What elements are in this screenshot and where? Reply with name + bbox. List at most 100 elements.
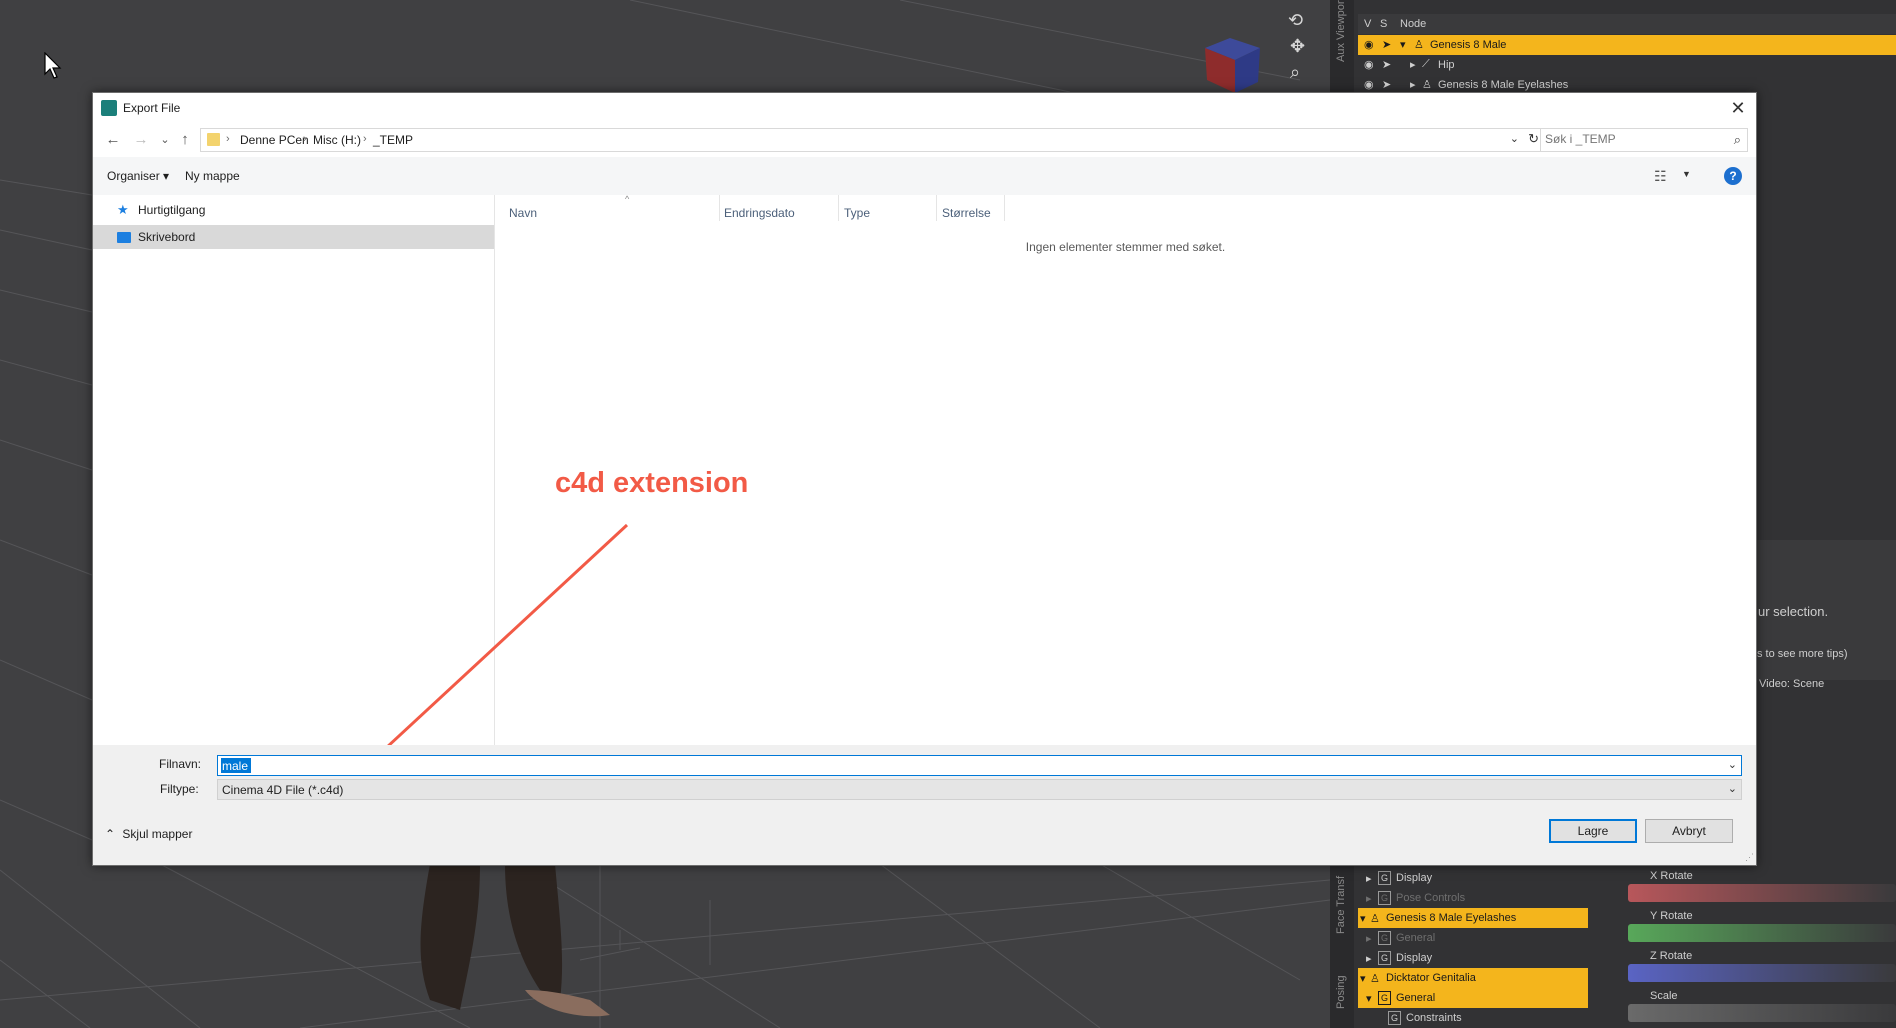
tips-text: ur selection. <box>1758 604 1829 619</box>
breadcrumb-separator[interactable]: › <box>226 133 230 145</box>
scene-header: V S Node <box>1358 14 1896 34</box>
filetype-dropdown-icon[interactable]: ⌄ <box>1728 782 1737 795</box>
scene-node-row[interactable]: ◉ ➤ ▾ ♙ Genesis 8 Male <box>1358 35 1896 55</box>
column-header-size[interactable]: Størrelse <box>942 206 991 220</box>
hide-folders-toggle[interactable]: ⌃ Skjul mapper <box>105 827 192 841</box>
pan-icon[interactable]: ✥ <box>1290 36 1305 57</box>
x-rotate-slider[interactable] <box>1628 884 1896 902</box>
address-dropdown-icon[interactable]: ⌄ <box>1510 132 1519 145</box>
y-rotate-slider[interactable] <box>1628 924 1896 942</box>
zoom-icon[interactable]: ⌕ <box>1290 62 1300 83</box>
parameter-group-row[interactable]: ▾ G General <box>1358 988 1588 1008</box>
column-header-type[interactable]: Type <box>844 206 870 220</box>
aux-viewport-tab[interactable]: Aux Viewport <box>1330 0 1354 92</box>
expand-arrow-icon[interactable]: ▾ <box>1400 38 1414 51</box>
face-transfer-tab[interactable]: Face Transf <box>1335 876 1347 934</box>
posing-tab[interactable]: Posing <box>1335 975 1347 1009</box>
parameters-side-tabs[interactable]: Face Transf Posing <box>1330 864 1354 1028</box>
expand-arrow-icon[interactable]: ▸ <box>1366 892 1372 905</box>
breadcrumb-temp[interactable]: _TEMP <box>373 133 413 147</box>
forward-arrow-icon[interactable]: → <box>131 132 151 148</box>
organize-menu-button[interactable]: Organiser ▾ <box>107 169 169 183</box>
parameter-group-row[interactable]: ▸ G Pose Controls <box>1358 888 1588 908</box>
recent-locations-chevron-icon[interactable]: ⌄ <box>155 132 175 148</box>
refresh-icon[interactable]: ↻ <box>1528 131 1539 147</box>
eye-icon[interactable]: ◉ <box>1364 78 1378 91</box>
column-divider[interactable] <box>1004 195 1005 221</box>
view-options-icon[interactable]: ☷ <box>1654 168 1667 185</box>
new-folder-button[interactable]: Ny mappe <box>185 169 240 183</box>
address-bar[interactable]: › Denne PCen › Misc (H:) › _TEMP ⌄ ↻ <box>200 128 1544 152</box>
save-button[interactable]: Lagre <box>1549 819 1637 843</box>
column-divider[interactable] <box>719 195 720 221</box>
expand-arrow-icon[interactable]: ▾ <box>1360 972 1366 985</box>
expand-arrow-icon[interactable]: ▾ <box>1360 912 1366 925</box>
column-header-name[interactable]: Navn <box>509 206 537 220</box>
y-rotate-label: Y Rotate <box>1650 910 1693 922</box>
search-icon[interactable]: ⌕ <box>1734 132 1741 148</box>
filename-combobox[interactable]: ⌄ <box>217 755 1742 776</box>
parameter-figure-row[interactable]: ▾ ♙ Dicktator Genitalia <box>1358 968 1588 988</box>
group-icon: G <box>1378 871 1391 885</box>
figure-icon: ♙ <box>1370 913 1380 925</box>
parameter-figure-row[interactable]: ▾ ♙ Genesis 8 Male Eyelashes <box>1358 908 1588 928</box>
export-file-dialog: Export File ✕ ← → ⌄ ↑ › Denne PCen › Mis… <box>92 92 1757 866</box>
cancel-button[interactable]: Avbryt <box>1645 819 1733 843</box>
mouse-cursor-icon <box>44 52 62 79</box>
search-box[interactable]: ⌕ <box>1540 128 1748 152</box>
expand-arrow-icon[interactable]: ▸ <box>1366 872 1372 885</box>
cursor-select-icon[interactable]: ➤ <box>1382 58 1396 71</box>
eye-icon[interactable]: ◉ <box>1364 58 1378 71</box>
eye-icon[interactable]: ◉ <box>1364 38 1378 51</box>
sidebar-item-desktop[interactable]: Skrivebord <box>93 225 494 249</box>
parameter-group-label: Constraints <box>1406 1012 1462 1024</box>
scale-slider[interactable] <box>1628 1004 1896 1022</box>
title-bar[interactable]: Export File ✕ <box>93 93 1756 123</box>
column-divider[interactable] <box>838 195 839 221</box>
parameter-group-label: Display <box>1396 952 1433 964</box>
tips-video-link[interactable]: Video: Scene <box>1759 678 1824 690</box>
parameter-group-label: General <box>1396 932 1436 944</box>
chevron-up-icon: ⌃ <box>105 827 116 841</box>
breadcrumb-separator[interactable]: › <box>303 133 307 145</box>
z-rotate-slider[interactable] <box>1628 964 1896 982</box>
cursor-select-icon[interactable]: ➤ <box>1382 38 1396 51</box>
breadcrumb-separator[interactable]: › <box>363 133 367 145</box>
parameter-group-row[interactable]: ▸ G Display <box>1358 868 1588 888</box>
column-header-date-modified[interactable]: Endringsdato <box>724 206 795 220</box>
group-icon: G <box>1378 931 1391 945</box>
figure-icon: ♙ <box>1422 79 1432 91</box>
parameter-group-row[interactable]: ▸ G General <box>1358 928 1588 948</box>
help-icon[interactable]: ? <box>1724 167 1742 185</box>
navigation-bar: ← → ⌄ ↑ › Denne PCen › Misc (H:) › _TEMP… <box>93 123 1756 157</box>
search-input[interactable] <box>1545 132 1715 146</box>
expand-arrow-icon[interactable]: ▸ <box>1366 932 1372 945</box>
filename-dropdown-icon[interactable]: ⌄ <box>1728 758 1737 771</box>
parameter-group-label: General <box>1396 992 1436 1004</box>
view-cube-icon[interactable] <box>1195 18 1275 98</box>
visible-column-header: V <box>1364 18 1372 30</box>
parameter-group-row[interactable]: ▸ G Display <box>1358 948 1588 968</box>
close-button[interactable]: ✕ <box>1720 93 1756 123</box>
group-icon: G <box>1388 1011 1401 1025</box>
filetype-select[interactable]: Cinema 4D File (*.c4d) ⌄ <box>217 779 1742 800</box>
resize-grip-icon[interactable]: ⋰ <box>1745 852 1754 863</box>
expand-arrow-icon[interactable]: ▸ <box>1366 952 1372 965</box>
desktop-icon <box>117 232 131 243</box>
sidebar-item-quick-access[interactable]: ★ Hurtigtilgang <box>93 198 494 222</box>
parameter-group-row[interactable]: G Constraints <box>1358 1008 1588 1028</box>
cursor-select-icon[interactable]: ➤ <box>1382 78 1396 91</box>
orbit-icon[interactable]: ⟲ <box>1288 10 1303 31</box>
tips-more[interactable]: s to see more tips) <box>1757 648 1847 660</box>
back-arrow-icon[interactable]: ← <box>103 132 123 148</box>
bone-icon: ⟋ <box>1422 58 1430 70</box>
hide-folders-label: Skjul mapper <box>122 827 193 841</box>
filename-input[interactable] <box>221 758 251 773</box>
view-options-dropdown-icon[interactable]: ▼ <box>1682 169 1691 179</box>
breadcrumb-this-pc[interactable]: Denne PCen <box>240 133 309 147</box>
expand-arrow-icon[interactable]: ▾ <box>1366 992 1372 1005</box>
up-arrow-icon[interactable]: ↑ <box>175 132 195 148</box>
scene-node-row[interactable]: ◉ ➤ ▸ ⟋ Hip <box>1358 55 1896 75</box>
breadcrumb-drive[interactable]: Misc (H:) <box>313 133 361 147</box>
column-divider[interactable] <box>936 195 937 221</box>
